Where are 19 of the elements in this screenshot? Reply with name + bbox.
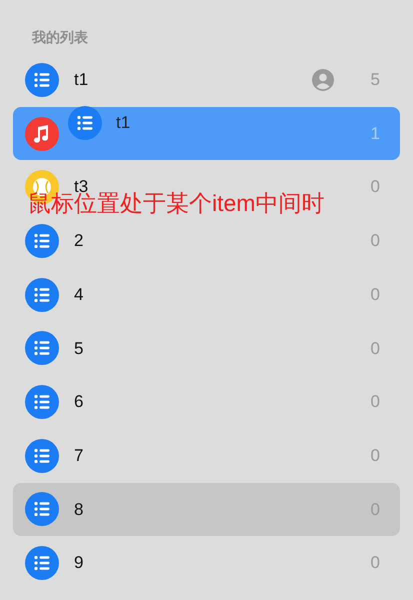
list-name: 4	[74, 284, 84, 306]
list-name: 5	[74, 338, 84, 360]
list-name: 2	[74, 230, 84, 252]
list-name: 8	[74, 498, 84, 521]
dragged-list-name: t1	[116, 112, 130, 134]
item-count: 0	[370, 338, 380, 360]
item-count: 0	[370, 230, 380, 252]
item-count: 0	[370, 552, 380, 574]
item-count: 0	[370, 284, 380, 306]
list-name: 6	[74, 391, 84, 414]
list-name: t1	[74, 69, 90, 92]
item-count: 0	[370, 444, 380, 467]
item-count: 1	[370, 122, 380, 145]
list-name: 7	[74, 444, 84, 467]
item-count: 0	[370, 176, 380, 198]
list-name: 9	[74, 552, 84, 574]
section-heading: 我的列表	[30, 28, 89, 47]
item-count: 0	[370, 391, 380, 414]
item-count: 5	[370, 69, 380, 92]
